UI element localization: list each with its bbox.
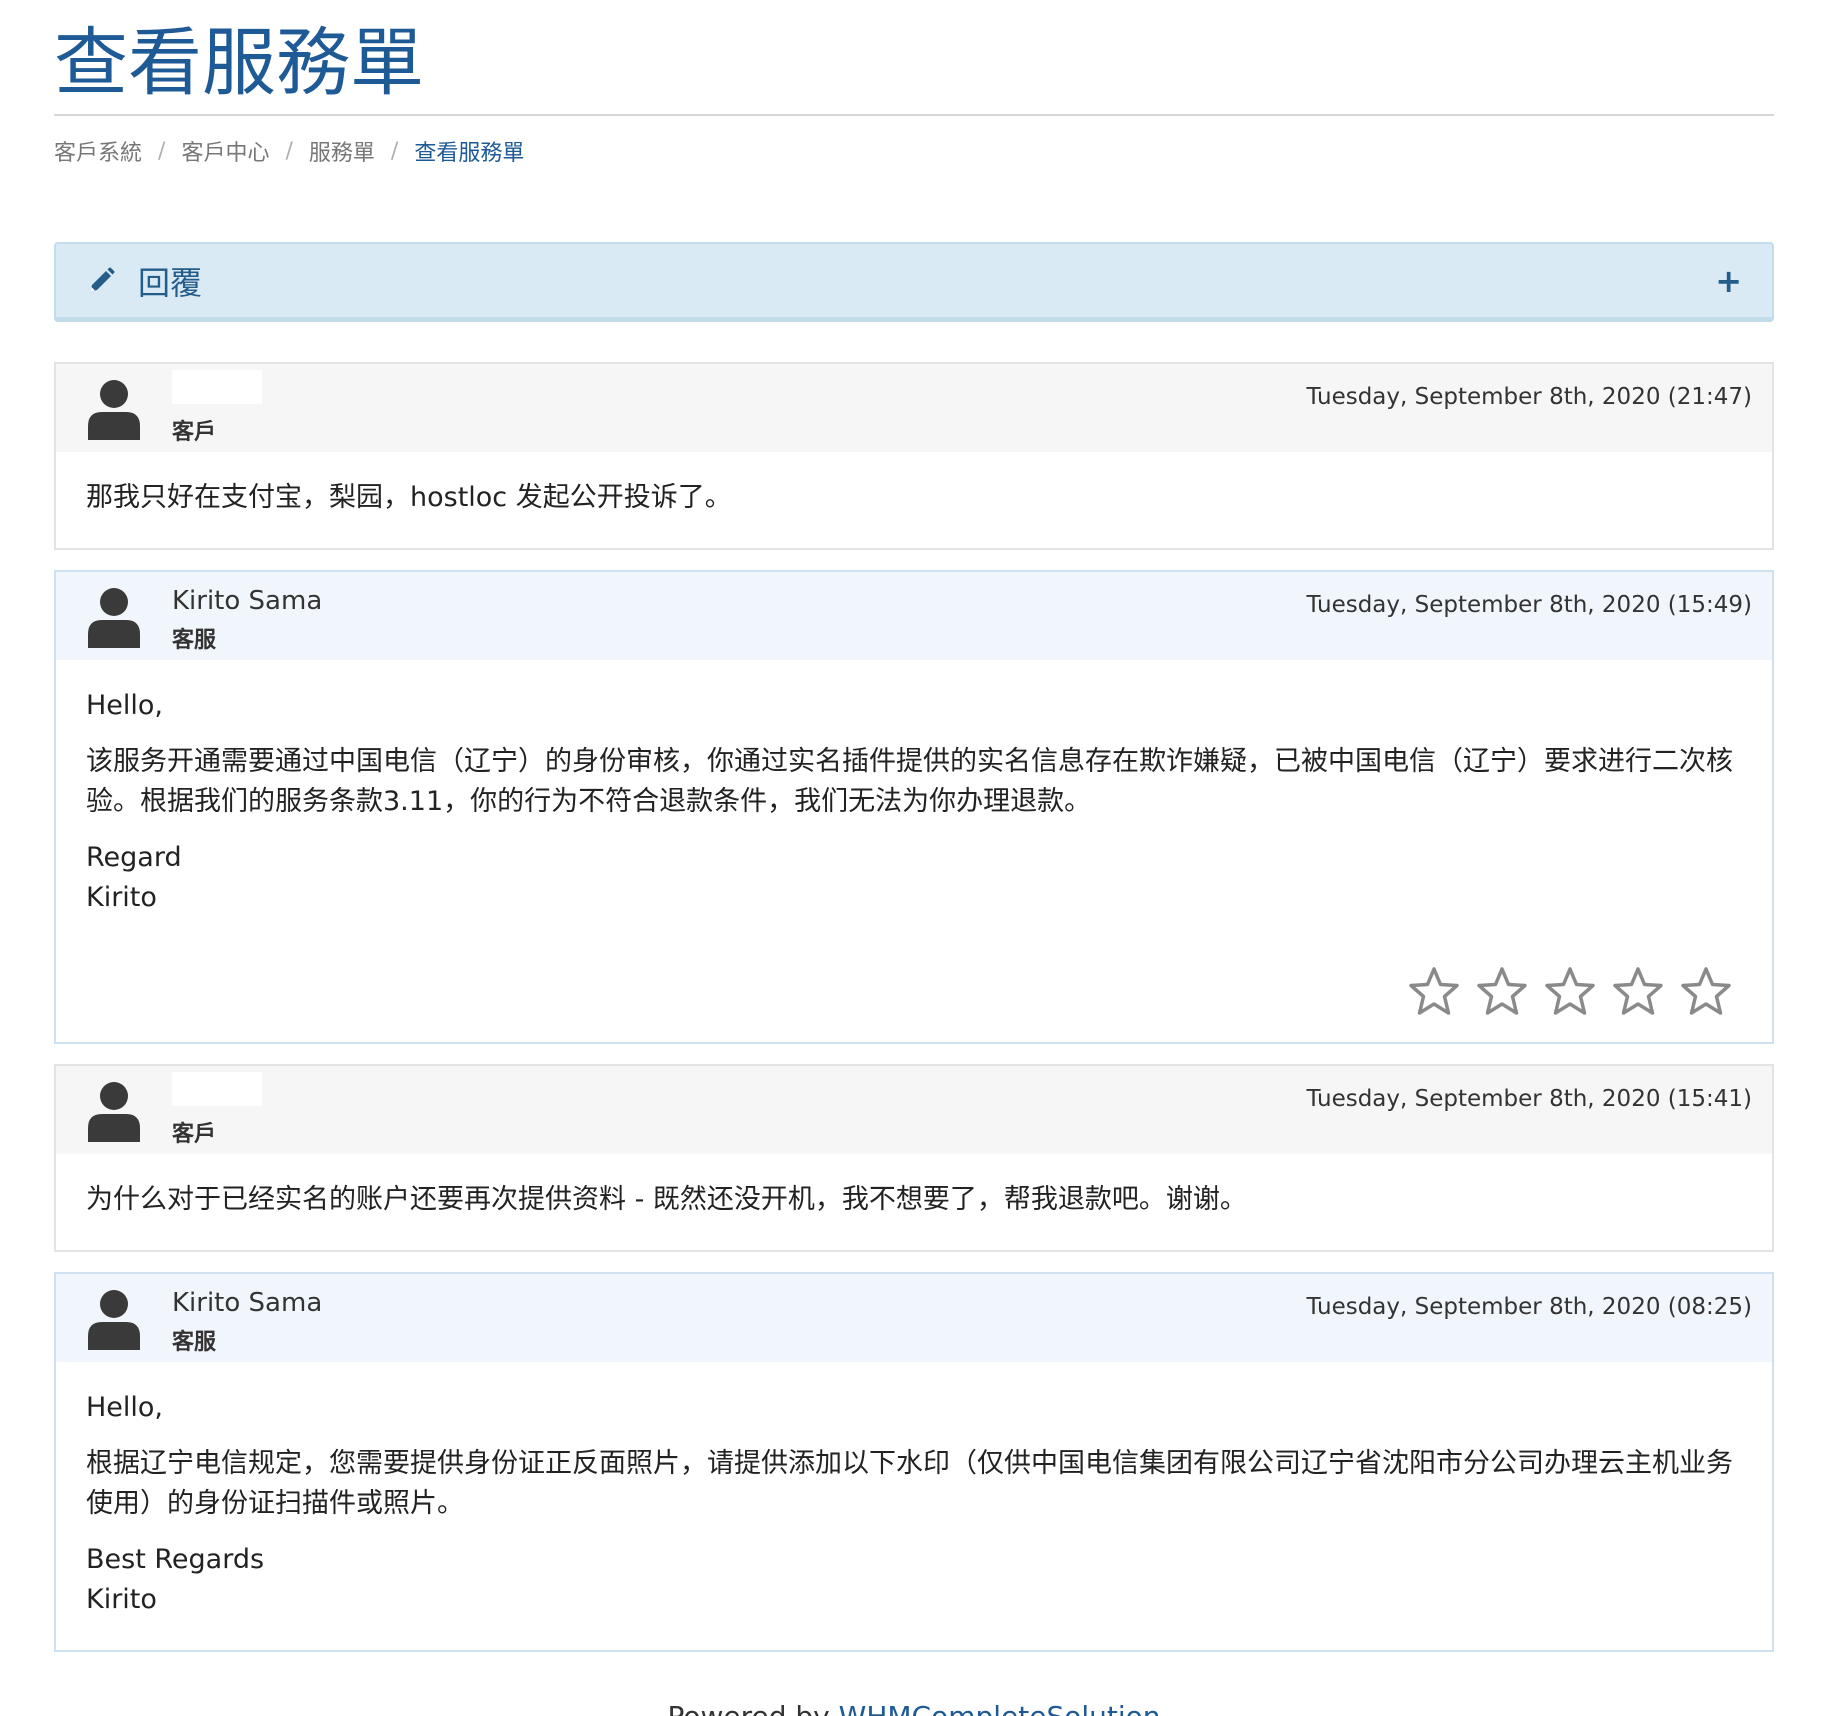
reply-paragraph: Regard [86, 842, 182, 873]
star-icon[interactable] [1612, 966, 1664, 1018]
user-role: 客服 [172, 628, 217, 653]
reply-date: Tuesday, September 8th, 2020 (15:49) [1306, 592, 1752, 618]
user-name [172, 1072, 262, 1106]
user-name: Kirito Sama [172, 1288, 323, 1318]
star-icon[interactable] [1680, 966, 1732, 1018]
reply-panel-toggle[interactable]: 回覆 + [54, 242, 1774, 322]
breadcrumb-separator: / [158, 138, 166, 164]
reply-header: Kirito Sama 客服 Tuesday, September 8th, 2… [56, 572, 1772, 660]
user-name: Kirito Sama [172, 586, 323, 616]
ticket-reply: Kirito Sama 客服 Tuesday, September 8th, 2… [54, 1272, 1774, 1652]
page-title: 查看服務單 [54, 0, 1774, 116]
reply-label: 回覆 [138, 263, 203, 302]
reply-paragraph: Kirito [86, 1584, 157, 1615]
star-icon[interactable] [1476, 966, 1528, 1018]
reply-paragraph: Kirito [86, 882, 157, 913]
reply-header: 客戶 Tuesday, September 8th, 2020 (15:41) [56, 1066, 1772, 1154]
star-icon[interactable] [1544, 966, 1596, 1018]
rating-stars [56, 948, 1772, 1042]
reply-header: 客戶 Tuesday, September 8th, 2020 (21:47) [56, 364, 1772, 452]
footer: Powered by WHMCompleteSolution [0, 1700, 1828, 1716]
user-avatar-icon [86, 586, 142, 648]
user-role: 客戶 [172, 1122, 217, 1147]
reply-body: 那我只好在支付宝，梨园，hostloc 发起公开投诉了。 [56, 452, 1772, 548]
page: 查看服務單 客戶系統 / 客戶中心 / 服務單 / 查看服務單 回覆 + 客戶 … [0, 0, 1828, 1716]
breadcrumb-separator: / [285, 138, 293, 164]
footer-prefix: Powered by [667, 1700, 838, 1716]
breadcrumb-separator: / [390, 138, 399, 164]
user-avatar-icon [86, 1288, 142, 1350]
breadcrumb-item-tickets[interactable]: 服務單 [309, 135, 375, 167]
breadcrumb-item-client-system[interactable]: 客戶系統 [54, 135, 142, 167]
footer-link[interactable]: WHMCompleteSolution [839, 1700, 1161, 1716]
reply-paragraph: 为什么对于已经实名的账户还要再次提供资料 - 既然还没开机，我不想要了，帮我退款… [86, 1184, 1247, 1215]
reply-body: Hello, 根据辽宁电信规定，您需要提供身份证正反面照片，请提供添加以下水印（… [56, 1362, 1772, 1650]
ticket-reply: Kirito Sama 客服 Tuesday, September 8th, 2… [54, 570, 1774, 1044]
breadcrumb-item-client-center[interactable]: 客戶中心 [181, 135, 269, 167]
reply-date: Tuesday, September 8th, 2020 (08:25) [1306, 1294, 1752, 1320]
reply-body: Hello, 该服务开通需要通过中国电信（辽宁）的身份审核，你通过实名插件提供的… [56, 660, 1772, 948]
user-role: 客服 [172, 1330, 217, 1355]
plus-icon[interactable]: + [1715, 262, 1742, 300]
reply-paragraph: 那我只好在支付宝，梨园，hostloc 发起公开投诉了。 [86, 482, 732, 513]
reply-paragraph: Hello, [86, 690, 164, 721]
reply-paragraph: Best Regards [86, 1544, 265, 1575]
user-avatar-icon [86, 1080, 142, 1142]
star-icon[interactable] [1408, 966, 1460, 1018]
reply-date: Tuesday, September 8th, 2020 (15:41) [1306, 1086, 1752, 1112]
reply-paragraph: 该服务开通需要通过中国电信（辽宁）的身份审核，你通过实名插件提供的实名信息存在欺… [86, 746, 1733, 817]
reply-body: 为什么对于已经实名的账户还要再次提供资料 - 既然还没开机，我不想要了，帮我退款… [56, 1154, 1772, 1250]
ticket-reply: 客戶 Tuesday, September 8th, 2020 (15:41) … [54, 1064, 1774, 1252]
breadcrumb-item-current: 查看服務單 [414, 141, 525, 166]
reply-paragraph: Hello, [86, 1392, 164, 1423]
pencil-icon [86, 266, 116, 296]
user-name [172, 370, 262, 404]
user-avatar-icon [86, 378, 142, 440]
reply-paragraph: 根据辽宁电信规定，您需要提供身份证正反面照片，请提供添加以下水印（仅供中国电信集… [86, 1448, 1733, 1519]
breadcrumb: 客戶系統 / 客戶中心 / 服務單 / 查看服務單 [54, 116, 1774, 186]
reply-header: Kirito Sama 客服 Tuesday, September 8th, 2… [56, 1274, 1772, 1362]
reply-date: Tuesday, September 8th, 2020 (21:47) [1306, 384, 1752, 410]
user-role: 客戶 [172, 420, 217, 445]
ticket-reply: 客戶 Tuesday, September 8th, 2020 (21:47) … [54, 362, 1774, 550]
